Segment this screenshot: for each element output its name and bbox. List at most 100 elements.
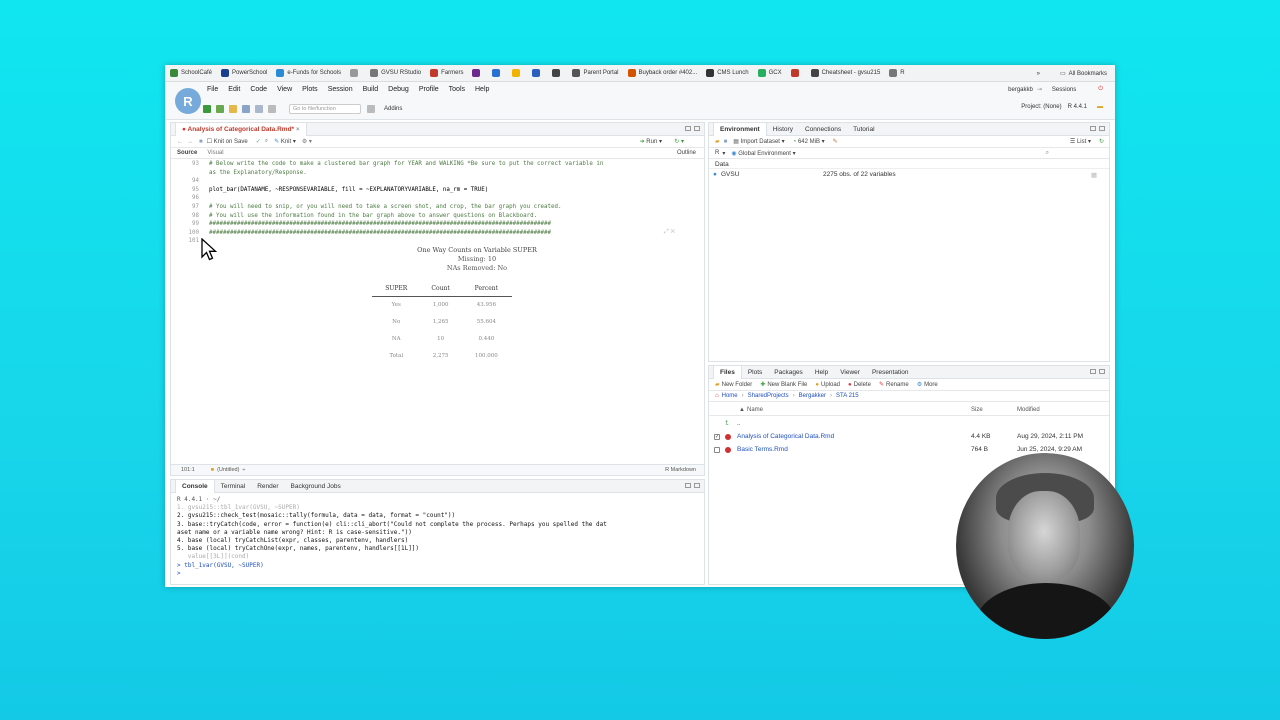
- breadcrumb-item[interactable]: Home: [722, 393, 738, 399]
- bookmark-item[interactable]: PowerSchool: [221, 69, 267, 77]
- col-name[interactable]: Name: [747, 407, 763, 413]
- file-mode[interactable]: R Markdown: [665, 467, 696, 473]
- code-line[interactable]: 97 # You will need to snip, or you will n…: [171, 203, 704, 212]
- bookmark-item[interactable]: [472, 69, 483, 77]
- menu-item[interactable]: Session: [328, 86, 353, 93]
- refresh-icon[interactable]: ↻: [1099, 138, 1104, 145]
- file-checkbox[interactable]: [714, 446, 720, 453]
- bookmark-item[interactable]: [492, 69, 503, 77]
- close-icon[interactable]: ×: [296, 126, 300, 133]
- minimize-icon[interactable]: [685, 126, 691, 131]
- sessions-menu[interactable]: Sessions: [1052, 87, 1076, 93]
- environment-tab[interactable]: History: [767, 123, 799, 136]
- code-area[interactable]: 93 # Below write the code to make a clust…: [171, 160, 704, 246]
- menu-item[interactable]: Plots: [302, 86, 318, 93]
- spellcheck-icon[interactable]: ✓: [256, 138, 261, 145]
- save-file-icon[interactable]: ■: [199, 139, 203, 145]
- col-size[interactable]: Size: [971, 407, 983, 413]
- addins-menu[interactable]: Addins: [384, 106, 402, 112]
- console-tab[interactable]: Render: [251, 480, 284, 493]
- expand-icon[interactable]: ●: [713, 171, 717, 178]
- console-output[interactable]: R 4.4.1 · ~/1. gvsu215::tbl_1var(GVSU, ~…: [171, 493, 704, 581]
- console-tab[interactable]: Console: [175, 480, 215, 493]
- minimize-icon[interactable]: [1090, 369, 1096, 374]
- maximize-icon[interactable]: [1099, 369, 1105, 374]
- menu-item[interactable]: File: [207, 86, 218, 93]
- file-row[interactable]: ✓ Analysis of Categorical Data.Rmd 4.4 KB A…: [709, 430, 1109, 443]
- maximize-icon[interactable]: [694, 483, 700, 488]
- settings-icon[interactable]: ⚙ ▾: [302, 138, 312, 145]
- goto-file-input[interactable]: Go to file/function: [289, 104, 361, 114]
- rerun-icon[interactable]: ↻ ▾: [674, 138, 684, 145]
- files-action-button[interactable]: ● Delete: [848, 382, 871, 388]
- files-tab[interactable]: Help: [809, 366, 834, 379]
- files-action-button[interactable]: ● Upload: [815, 382, 840, 388]
- bookmark-item[interactable]: e-Funds for Schools: [276, 69, 341, 77]
- files-tab[interactable]: Files: [713, 366, 742, 379]
- bookmark-item[interactable]: SchoolCafé: [170, 69, 212, 77]
- menu-item[interactable]: Help: [475, 86, 489, 93]
- power-icon[interactable]: ⏻: [1098, 86, 1103, 93]
- chunk-dropdown-icon[interactable]: ÷: [242, 467, 245, 473]
- bookmark-item[interactable]: [350, 69, 361, 77]
- files-action-button[interactable]: ✎ Rename: [879, 381, 909, 388]
- save-icon[interactable]: [242, 105, 250, 113]
- menu-item[interactable]: Tools: [449, 86, 465, 93]
- visual-mode-tab[interactable]: Visual: [207, 150, 223, 156]
- menu-item[interactable]: Edit: [228, 86, 240, 93]
- file-name[interactable]: Analysis of Categorical Data.Rmd: [737, 433, 834, 440]
- signout-icon[interactable]: ⇥: [1037, 86, 1042, 93]
- layout-icon[interactable]: ▬: [1097, 104, 1103, 110]
- grid-icon[interactable]: [367, 105, 375, 113]
- menu-item[interactable]: Debug: [388, 86, 409, 93]
- environment-tab[interactable]: Environment: [713, 123, 767, 136]
- outline-button[interactable]: Outline: [677, 150, 696, 156]
- save-workspace-icon[interactable]: ■: [724, 139, 728, 145]
- run-button[interactable]: ➜ Run ▾: [640, 138, 662, 145]
- search-icon[interactable]: ⌕: [265, 138, 268, 145]
- menu-item[interactable]: View: [277, 86, 292, 93]
- files-action-button[interactable]: ▰ New Folder: [715, 381, 752, 388]
- environment-tab[interactable]: Tutorial: [847, 123, 880, 136]
- files-tab[interactable]: Plots: [742, 366, 768, 379]
- chevron-right-icon[interactable]: »: [1037, 71, 1040, 77]
- broom-icon[interactable]: ✎: [833, 138, 838, 145]
- code-line[interactable]: 98 # You will use the information found i…: [171, 212, 704, 221]
- bookmark-item[interactable]: Farmers: [430, 69, 463, 77]
- open-file-icon[interactable]: [229, 105, 237, 113]
- environment-tab[interactable]: Connections: [799, 123, 847, 136]
- knit-on-save-checkbox[interactable]: ☐ Knit on Save: [207, 138, 248, 145]
- source-mode-tab[interactable]: Source: [177, 150, 197, 156]
- knit-button[interactable]: ✎ Knit ▾: [274, 138, 296, 145]
- breadcrumb-item[interactable]: STA 215: [836, 393, 859, 399]
- language-dropdown-icon[interactable]: ▾: [722, 150, 725, 157]
- file-checkbox[interactable]: ✓: [714, 433, 720, 440]
- code-line[interactable]: 99 ######################################…: [171, 220, 704, 229]
- bookmark-item[interactable]: GVSU RStudio: [370, 69, 421, 77]
- code-line[interactable]: 93 # Below write the code to make a clust…: [171, 160, 704, 169]
- files-tab[interactable]: Presentation: [866, 366, 915, 379]
- save-all-icon[interactable]: [255, 105, 263, 113]
- home-icon[interactable]: ⌂: [715, 393, 719, 399]
- bookmark-item[interactable]: [532, 69, 543, 77]
- memory-usage[interactable]: ◔ 642 MiB ▾: [793, 138, 825, 145]
- console-tab[interactable]: Terminal: [215, 480, 252, 493]
- code-line[interactable]: 94: [171, 177, 704, 186]
- files-action-button[interactable]: ⚙ More: [917, 381, 938, 388]
- new-project-icon[interactable]: [216, 105, 224, 113]
- code-line[interactable]: 96: [171, 194, 704, 203]
- output-expand-icon[interactable]: ⤢ ✕: [664, 229, 675, 236]
- file-name[interactable]: Basic Terms.Rmd: [737, 446, 788, 453]
- all-bookmarks[interactable]: » ▭ All Bookmarks: [1037, 65, 1107, 82]
- print-icon[interactable]: [268, 105, 276, 113]
- env-object-row[interactable]: ● GVSU 2275 obs. of 22 variables ▦: [709, 169, 1109, 180]
- bookmark-item[interactable]: [552, 69, 563, 77]
- menu-item[interactable]: Profile: [419, 86, 439, 93]
- maximize-icon[interactable]: [694, 126, 700, 131]
- bookmark-item[interactable]: [512, 69, 523, 77]
- bookmark-item[interactable]: Cheatsheet - gvsu215: [810, 69, 880, 77]
- code-line[interactable]: as the Explanatory/Response.: [171, 169, 704, 178]
- code-line[interactable]: 95 plot_bar(DATANAME, ~RESPONSEVARIABLE, …: [171, 186, 704, 195]
- sort-up-icon[interactable]: ▲: [739, 407, 745, 413]
- scope-menu[interactable]: ◉ Global Environment ▾: [731, 150, 795, 157]
